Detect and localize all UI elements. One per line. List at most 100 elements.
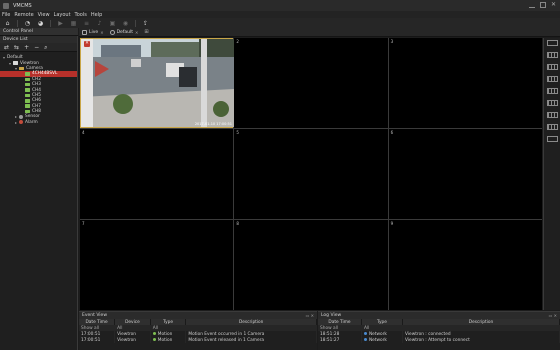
folder-icon — [19, 66, 24, 71]
camera-icon — [25, 72, 30, 76]
search-icon[interactable]: ⌕ — [44, 43, 47, 52]
close-button[interactable]: ✕ — [551, 2, 557, 8]
tab-default[interactable]: Default ✕ — [109, 29, 138, 35]
playback-icon[interactable]: ▶ — [57, 20, 64, 27]
layout-36-icon[interactable] — [546, 124, 558, 130]
device-icon[interactable]: ▣ — [109, 20, 116, 27]
menu-remote[interactable]: Remote — [14, 12, 33, 18]
tree-label: Alarm — [25, 119, 38, 125]
camera-icon — [25, 109, 30, 114]
layout-4-icon[interactable] — [546, 52, 558, 58]
table-row[interactable]: 18:51:27 Network Viewtron : Attempt to c… — [318, 337, 560, 343]
close-icon[interactable]: ✕ — [100, 30, 103, 35]
event-view-panel: Event View ▭ ✕ Date Time Device Type Des… — [79, 311, 317, 350]
close-icon[interactable]: ✕ — [135, 30, 138, 35]
signal-icon[interactable]: ◕ — [37, 20, 44, 27]
event-table: Date Time Device Type Description Show a… — [79, 319, 317, 343]
layout-25-icon[interactable] — [546, 112, 558, 118]
log-type: Network — [368, 337, 387, 343]
sensor-icon — [19, 114, 23, 119]
pin-icon[interactable]: ▭ ✕ — [306, 313, 314, 318]
log-type: Network — [368, 331, 387, 337]
tab-label: Default — [116, 29, 134, 35]
upload-icon[interactable]: ⇪ — [142, 20, 149, 27]
video-cell[interactable]: 9 — [388, 220, 542, 310]
menu-help[interactable]: Help — [91, 12, 102, 18]
video-cell[interactable]: 6 — [388, 129, 542, 219]
menu-file[interactable]: File — [2, 12, 10, 18]
window-controls: ✕ — [529, 2, 557, 8]
add-tab-icon[interactable]: ⊞ — [144, 29, 148, 35]
fullscreen-icon[interactable] — [546, 136, 558, 142]
minimize-button[interactable] — [529, 2, 535, 8]
view-tab-bar: Live ✕ Default ✕ ⊞ — [79, 28, 560, 37]
pin-icon[interactable]: ▭ ✕ — [549, 313, 557, 318]
event-type: Motion — [157, 331, 173, 337]
video-cell[interactable]: 7 — [80, 220, 234, 310]
camera-icon — [25, 77, 30, 81]
alarm-icon — [19, 120, 23, 125]
live-icon — [82, 29, 87, 35]
menu-tools[interactable]: Tools — [75, 12, 87, 18]
network-icon — [363, 337, 367, 341]
video-cell[interactable]: 8 — [234, 220, 388, 310]
app-logo-icon — [3, 2, 9, 9]
video-grid: ✕ 2017-01-10 17:00:51 2 3 4 5 6 7 8 9 — [80, 38, 542, 310]
video-cell[interactable]: 5 — [234, 129, 388, 219]
cell-number: 2 — [236, 39, 239, 44]
camera-icon — [25, 88, 30, 92]
event-description: Motion Event released in 1 Camera — [185, 337, 317, 343]
cell-number: 9 — [390, 221, 394, 226]
menu-bar: File Remote View Layout Tools Help — [0, 11, 560, 18]
video-cell[interactable]: 3 — [388, 38, 542, 128]
layout-toolbar — [543, 38, 560, 310]
menu-layout[interactable]: Layout — [54, 12, 71, 18]
device-list-title: Device List — [3, 37, 28, 42]
video-cell[interactable]: 2 — [234, 38, 388, 128]
camera-timestamp: 2017-01-10 17:00:51 — [194, 122, 232, 126]
site-icon — [13, 61, 18, 65]
alarm-icon[interactable]: ◉ — [122, 20, 129, 27]
layout-8-icon[interactable] — [546, 76, 558, 82]
camera-icon — [25, 82, 30, 87]
tab-live[interactable]: Live ✕ — [82, 29, 104, 35]
view-icon — [109, 29, 115, 35]
tree-item-alarm[interactable]: ▸ Alarm — [0, 120, 77, 125]
disconnect-icon[interactable]: ⇆ — [14, 43, 19, 52]
close-camera-button[interactable]: ✕ — [84, 41, 90, 47]
video-cell[interactable]: 4 — [80, 129, 234, 219]
video-cell[interactable]: ✕ 2017-01-10 17:00:51 — [80, 38, 234, 128]
home-icon[interactable]: ⌂ — [4, 20, 11, 27]
event-type: Motion — [157, 337, 173, 343]
wifi-icon[interactable]: ◔ — [24, 20, 31, 27]
layout-16-icon[interactable] — [546, 100, 558, 106]
event-time: 17:00:51 — [79, 337, 116, 343]
camera-feed-image — [81, 39, 234, 127]
list-icon[interactable]: ≡ — [83, 20, 90, 27]
log-view-header: Log View ▭ ✕ — [318, 312, 560, 319]
layout-9-icon[interactable] — [546, 88, 558, 94]
cell-number: 5 — [236, 130, 239, 135]
cell-number: 3 — [390, 39, 394, 44]
connect-icon[interactable]: ⇄ — [4, 43, 9, 52]
add-icon[interactable]: + — [24, 43, 29, 52]
cell-number: 8 — [236, 221, 239, 226]
cell-number: 7 — [82, 221, 85, 226]
table-row[interactable]: 17:00:51 Viewtron Motion Motion Event re… — [79, 337, 317, 343]
device-list-toolbar: ⇄ ⇆ + − ⌕ — [0, 43, 77, 52]
main-toolbar: ⌂ ◔ ◕ ▶ ▦ ≡ ♪ ▣ ◉ ⇪ — [0, 18, 560, 28]
layout-1-icon[interactable] — [546, 40, 558, 46]
log-description: Viewtron : Attempt to connect — [402, 337, 560, 343]
cell-number: 6 — [390, 130, 394, 135]
audio-icon[interactable]: ♪ — [96, 20, 103, 27]
menu-view[interactable]: View — [38, 12, 50, 18]
network-icon — [363, 331, 367, 335]
device-tree: ▾ Default ▾ Viewtron ▾ Camera 4CH44BSVL … — [0, 52, 77, 125]
maximize-button[interactable] — [540, 2, 546, 8]
remove-icon[interactable]: − — [34, 43, 39, 52]
grid-icon[interactable]: ▦ — [70, 20, 77, 27]
layout-6-icon[interactable] — [546, 64, 558, 70]
log-view-title: Log View — [321, 313, 342, 318]
event-type-cell: Motion — [150, 337, 187, 343]
tab-label: Live — [89, 29, 99, 35]
